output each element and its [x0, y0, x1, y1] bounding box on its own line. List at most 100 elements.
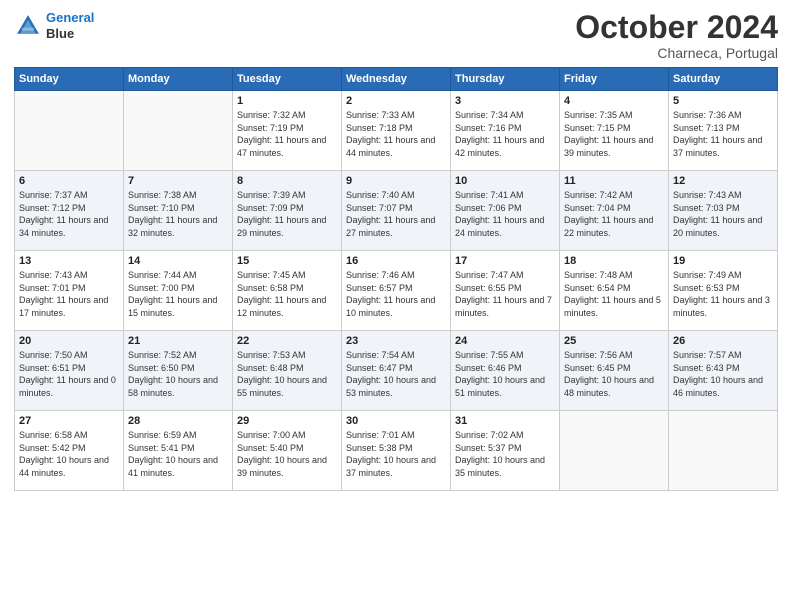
table-row: 9 Sunrise: 7:40 AM Sunset: 7:07 PM Daylig…: [342, 171, 451, 251]
cell-info: Sunrise: 7:48 AM Sunset: 6:54 PM Dayligh…: [564, 269, 664, 319]
table-row: 18 Sunrise: 7:48 AM Sunset: 6:54 PM Dayli…: [560, 251, 669, 331]
table-row: 23 Sunrise: 7:54 AM Sunset: 6:47 PM Dayli…: [342, 331, 451, 411]
cell-info: Sunrise: 7:43 AM Sunset: 7:01 PM Dayligh…: [19, 269, 119, 319]
logo-icon: [14, 12, 42, 40]
day-number: 17: [455, 255, 555, 267]
day-number: 28: [128, 415, 228, 427]
table-row: 4Sunrise: 7:35 AM Sunset: 7:15 PM Daylig…: [560, 91, 669, 171]
table-row: [560, 411, 669, 491]
cell-info: Sunrise: 7:45 AM Sunset: 6:58 PM Dayligh…: [237, 269, 337, 319]
table-row: 20Sunrise: 7:50 AM Sunset: 6:51 PM Dayli…: [15, 331, 124, 411]
cell-info: Sunrise: 7:49 AM Sunset: 6:53 PM Dayligh…: [673, 269, 773, 319]
col-wednesday: Wednesday: [342, 68, 451, 91]
table-row: 29 Sunrise: 7:00 AM Sunset: 5:40 PM Dayli…: [233, 411, 342, 491]
table-row: 1Sunrise: 7:32 AM Sunset: 7:19 PM Daylig…: [233, 91, 342, 171]
day-number: 22: [237, 335, 337, 347]
day-number: 25: [564, 335, 664, 347]
day-number: 5: [673, 95, 773, 107]
table-row: 17 Sunrise: 7:47 AM Sunset: 6:55 PM Dayli…: [451, 251, 560, 331]
cell-info: Sunrise: 7:39 AM Sunset: 7:09 PM Dayligh…: [237, 189, 337, 239]
cell-info: Sunrise: 7:36 AM Sunset: 7:13 PM Dayligh…: [673, 109, 773, 159]
table-row: 25Sunrise: 7:56 AM Sunset: 6:45 PM Dayli…: [560, 331, 669, 411]
day-number: 1: [237, 95, 337, 107]
cell-info: Sunrise: 7:00 AM Sunset: 5:40 PM Dayligh…: [237, 429, 337, 479]
day-number: 16: [346, 255, 446, 267]
table-row: 14 Sunrise: 7:44 AM Sunset: 7:00 PM Dayli…: [124, 251, 233, 331]
cell-info: Sunrise: 7:50 AM Sunset: 6:51 PM Dayligh…: [19, 349, 119, 399]
day-number: 11: [564, 175, 664, 187]
table-row: [15, 91, 124, 171]
day-number: 18: [564, 255, 664, 267]
table-row: [124, 91, 233, 171]
cell-info: Sunrise: 7:38 AM Sunset: 7:10 PM Dayligh…: [128, 189, 228, 239]
table-row: 22 Sunrise: 7:53 AM Sunset: 6:48 PM Dayli…: [233, 331, 342, 411]
table-row: 30 Sunrise: 7:01 AM Sunset: 5:38 PM Dayli…: [342, 411, 451, 491]
cell-info: Sunrise: 7:02 AM Sunset: 5:37 PM Dayligh…: [455, 429, 555, 479]
table-row: 27Sunrise: 6:58 AM Sunset: 5:42 PM Dayli…: [15, 411, 124, 491]
cell-info: Sunrise: 7:52 AM Sunset: 6:50 PM Dayligh…: [128, 349, 228, 399]
day-number: 30: [346, 415, 446, 427]
table-row: 12Sunrise: 7:43 AM Sunset: 7:03 PM Dayli…: [669, 171, 778, 251]
col-sunday: Sunday: [15, 68, 124, 91]
day-number: 15: [237, 255, 337, 267]
day-number: 8: [237, 175, 337, 187]
table-row: 26Sunrise: 7:57 AM Sunset: 6:43 PM Dayli…: [669, 331, 778, 411]
day-number: 2: [346, 95, 446, 107]
cell-info: Sunrise: 7:01 AM Sunset: 5:38 PM Dayligh…: [346, 429, 446, 479]
cell-info: Sunrise: 7:42 AM Sunset: 7:04 PM Dayligh…: [564, 189, 664, 239]
cell-info: Sunrise: 7:34 AM Sunset: 7:16 PM Dayligh…: [455, 109, 555, 159]
col-monday: Monday: [124, 68, 233, 91]
calendar-body: 1Sunrise: 7:32 AM Sunset: 7:19 PM Daylig…: [15, 91, 778, 491]
day-number: 9: [346, 175, 446, 187]
location: Charneca, Portugal: [575, 45, 778, 61]
table-row: 15 Sunrise: 7:45 AM Sunset: 6:58 PM Dayli…: [233, 251, 342, 331]
calendar-table: Sunday Monday Tuesday Wednesday Thursday…: [14, 67, 778, 491]
month-title: October 2024: [575, 10, 778, 45]
table-row: 5 Sunrise: 7:36 AM Sunset: 7:13 PM Daylig…: [669, 91, 778, 171]
table-row: 24Sunrise: 7:55 AM Sunset: 6:46 PM Dayli…: [451, 331, 560, 411]
col-thursday: Thursday: [451, 68, 560, 91]
table-row: 3 Sunrise: 7:34 AM Sunset: 7:16 PM Daylig…: [451, 91, 560, 171]
cell-info: Sunrise: 7:33 AM Sunset: 7:18 PM Dayligh…: [346, 109, 446, 159]
cell-info: Sunrise: 6:59 AM Sunset: 5:41 PM Dayligh…: [128, 429, 228, 479]
page: General Blue October 2024 Charneca, Port…: [0, 0, 792, 612]
calendar-header: Sunday Monday Tuesday Wednesday Thursday…: [15, 68, 778, 91]
table-row: 28 Sunrise: 6:59 AM Sunset: 5:41 PM Dayli…: [124, 411, 233, 491]
table-row: 8 Sunrise: 7:39 AM Sunset: 7:09 PM Daylig…: [233, 171, 342, 251]
cell-info: Sunrise: 7:43 AM Sunset: 7:03 PM Dayligh…: [673, 189, 773, 239]
cell-info: Sunrise: 7:54 AM Sunset: 6:47 PM Dayligh…: [346, 349, 446, 399]
cell-info: Sunrise: 7:53 AM Sunset: 6:48 PM Dayligh…: [237, 349, 337, 399]
day-number: 3: [455, 95, 555, 107]
day-number: 14: [128, 255, 228, 267]
table-row: 13 Sunrise: 7:43 AM Sunset: 7:01 PM Dayli…: [15, 251, 124, 331]
cell-info: Sunrise: 7:35 AM Sunset: 7:15 PM Dayligh…: [564, 109, 664, 159]
table-row: 16Sunrise: 7:46 AM Sunset: 6:57 PM Dayli…: [342, 251, 451, 331]
title-block: October 2024 Charneca, Portugal: [575, 10, 778, 61]
header: General Blue October 2024 Charneca, Port…: [14, 10, 778, 61]
day-number: 24: [455, 335, 555, 347]
table-row: [669, 411, 778, 491]
col-tuesday: Tuesday: [233, 68, 342, 91]
table-row: 31Sunrise: 7:02 AM Sunset: 5:37 PM Dayli…: [451, 411, 560, 491]
day-number: 23: [346, 335, 446, 347]
day-number: 7: [128, 175, 228, 187]
day-number: 19: [673, 255, 773, 267]
cell-info: Sunrise: 7:40 AM Sunset: 7:07 PM Dayligh…: [346, 189, 446, 239]
cell-info: Sunrise: 7:44 AM Sunset: 7:00 PM Dayligh…: [128, 269, 228, 319]
col-friday: Friday: [560, 68, 669, 91]
day-number: 27: [19, 415, 119, 427]
table-row: 7 Sunrise: 7:38 AM Sunset: 7:10 PM Daylig…: [124, 171, 233, 251]
cell-info: Sunrise: 7:47 AM Sunset: 6:55 PM Dayligh…: [455, 269, 555, 319]
day-number: 29: [237, 415, 337, 427]
table-row: 6Sunrise: 7:37 AM Sunset: 7:12 PM Daylig…: [15, 171, 124, 251]
logo: General Blue: [14, 10, 94, 41]
day-number: 6: [19, 175, 119, 187]
cell-info: Sunrise: 7:57 AM Sunset: 6:43 PM Dayligh…: [673, 349, 773, 399]
day-number: 13: [19, 255, 119, 267]
table-row: 2 Sunrise: 7:33 AM Sunset: 7:18 PM Daylig…: [342, 91, 451, 171]
table-row: 11 Sunrise: 7:42 AM Sunset: 7:04 PM Dayli…: [560, 171, 669, 251]
table-row: 21Sunrise: 7:52 AM Sunset: 6:50 PM Dayli…: [124, 331, 233, 411]
col-saturday: Saturday: [669, 68, 778, 91]
table-row: 19 Sunrise: 7:49 AM Sunset: 6:53 PM Dayli…: [669, 251, 778, 331]
day-number: 10: [455, 175, 555, 187]
